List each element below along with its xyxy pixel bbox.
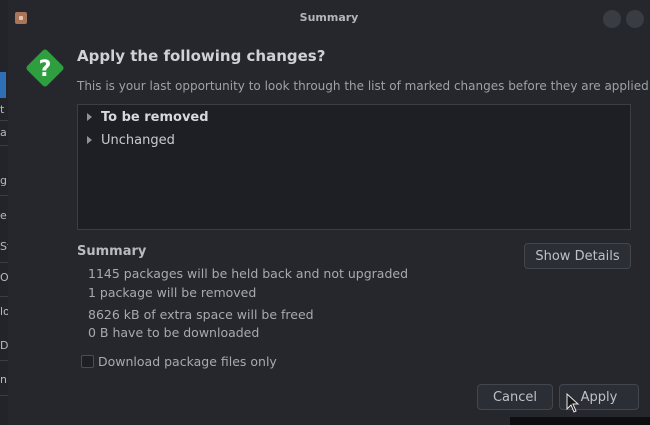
dialog-description: This is your last opportunity to look th… <box>77 79 650 93</box>
svg-text:?: ? <box>39 57 52 82</box>
mouse-pointer-icon <box>566 393 580 413</box>
summary-removed: 1 package will be removed <box>88 285 257 300</box>
download-only-checkbox[interactable] <box>81 355 94 368</box>
summary-freed: 8626 kB of extra space will be freed <box>88 307 314 322</box>
expand-arrow-icon[interactable] <box>87 113 92 121</box>
background-text-fragment: a <box>0 126 7 139</box>
summary-download: 0 B have to be downloaded <box>88 325 260 340</box>
download-only-label[interactable]: Download package files only <box>98 354 277 369</box>
background-text-fragment: D <box>0 339 9 352</box>
background-text-fragment: n <box>0 373 7 386</box>
background-text-fragment: e <box>0 209 7 222</box>
show-details-button[interactable]: Show Details <box>524 243 631 269</box>
expand-arrow-icon[interactable] <box>87 136 92 144</box>
background-text-fragment: t <box>0 103 5 116</box>
background-text-fragment: lo <box>0 305 10 318</box>
window-title: Summary <box>299 11 359 24</box>
tree-item-to-be-removed[interactable]: To be removed <box>84 107 209 127</box>
background-window-edge: t a g e St O lo D n <box>0 0 12 425</box>
question-icon: ? <box>26 49 64 87</box>
taskbar-corner <box>510 417 650 425</box>
tree-item-unchanged[interactable]: Unchanged <box>84 130 175 150</box>
changes-tree[interactable]: To be removed Unchanged <box>77 104 631 230</box>
background-selection <box>0 72 6 98</box>
tree-item-label: To be removed <box>101 109 209 125</box>
cancel-button[interactable]: Cancel <box>477 384 553 410</box>
background-text-fragment: O <box>0 271 9 284</box>
background-text-fragment: g <box>0 174 7 187</box>
dialog-heading: Apply the following changes? <box>77 47 326 65</box>
summary-dialog: Summary ? Apply the following changes? T… <box>8 0 650 425</box>
tree-item-label: Unchanged <box>101 132 175 148</box>
minimize-button[interactable] <box>603 10 621 28</box>
titlebar[interactable]: Summary <box>8 0 650 37</box>
summary-heading: Summary <box>77 244 147 259</box>
background-text-fragment: St <box>0 240 12 253</box>
close-button[interactable] <box>626 10 644 28</box>
summary-held-back: 1145 packages will be held back and not … <box>88 266 409 281</box>
